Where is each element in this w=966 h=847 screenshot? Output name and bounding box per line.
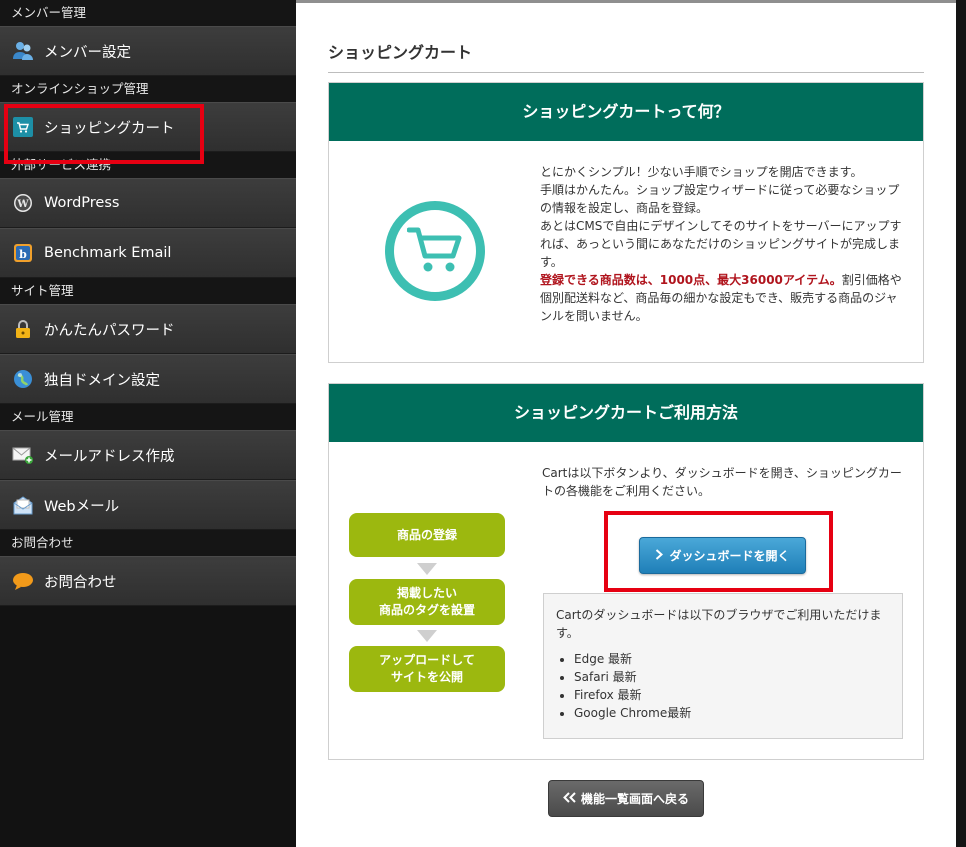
step-arrow-icon <box>417 563 437 575</box>
about-text-3: あとはCMSで自由にデザインしてそのサイトをサーバーにアップすれば、あっという間… <box>540 219 902 269</box>
sidebar-item-label: 独自ドメイン設定 <box>44 372 160 389</box>
sidebar: メンバー管理 メンバー設定 オンラインショップ管理 ショッピングカート 外部サー… <box>0 0 296 847</box>
sidebar-item-label: メンバー設定 <box>44 44 131 61</box>
members-icon <box>12 40 34 62</box>
sidebar-item-label: ショッピングカート <box>44 120 175 137</box>
about-panel: ショッピングカートって何？ とにかくシンプル！少ない手順でショップを開店できます… <box>328 82 924 363</box>
about-text-2: 手順はかんたん。ショップ設定ウィザードに従って必要なショップの情報を設定し、商品… <box>540 183 900 215</box>
sidebar-item-domain-settings[interactable]: 独自ドメイン設定 <box>0 354 296 404</box>
step-upload-site: アップロードして サイトを公開 <box>349 646 505 692</box>
step-register-product: 商品の登録 <box>349 513 505 557</box>
list-item: Safari 最新 <box>574 668 890 686</box>
about-text-1: とにかくシンプル！少ない手順でショップを開店できます。 <box>540 165 863 179</box>
section-heading-contact: お問合わせ <box>0 530 296 556</box>
wordpress-icon: W <box>12 192 34 214</box>
step-place-tag: 掲載したい 商品のタグを設置 <box>349 579 505 625</box>
chevron-right-icon <box>655 548 664 563</box>
double-chevron-left-icon <box>563 791 577 806</box>
sidebar-item-label: お問合わせ <box>44 574 117 591</box>
window-edge <box>956 0 966 847</box>
benchmark-icon: b <box>12 242 34 264</box>
about-description: とにかくシンプル！少ない手順でショップを開店できます。 手順はかんたん。ショップ… <box>540 163 906 325</box>
browser-support-box: Cartのダッシュボードは以下のブラウザでご利用いただけます。 Edge 最新 … <box>543 593 903 739</box>
sidebar-item-easy-password[interactable]: かんたんパスワード <box>0 304 296 354</box>
sidebar-item-label: メールアドレス作成 <box>44 448 175 465</box>
section-heading-shop: オンラインショップ管理 <box>0 76 296 102</box>
mail-add-icon <box>12 444 34 466</box>
section-heading-member: メンバー管理 <box>0 0 296 26</box>
open-dashboard-label: ダッシュボードを開く <box>669 549 790 563</box>
product-limit-highlight: 登録できる商品数は、1000点、最大36000アイテム。 <box>540 273 842 287</box>
sidebar-item-webmail[interactable]: Webメール <box>0 480 296 530</box>
browser-list: Edge 最新 Safari 最新 Firefox 最新 Google Chro… <box>574 650 890 722</box>
back-to-feature-list-button[interactable]: 機能一覧画面へ戻る <box>548 780 704 817</box>
about-text-4: 登録できる商品数は、1000点、最大36000アイテム。割引価格や個別配送料など… <box>540 271 906 325</box>
sidebar-item-create-mail[interactable]: メールアドレス作成 <box>0 430 296 480</box>
sidebar-item-member-settings[interactable]: メンバー設定 <box>0 26 296 76</box>
sidebar-item-contact[interactable]: お問合わせ <box>0 556 296 606</box>
back-label: 機能一覧画面へ戻る <box>580 792 689 806</box>
svg-text:W: W <box>16 199 29 210</box>
sidebar-item-label: Benchmark Email <box>44 245 172 261</box>
about-heading: ショッピングカートって何？ <box>329 83 923 141</box>
usage-intro: Cartは以下ボタンより、ダッシュボードを開き、ショッピングカートの各機能をご利… <box>542 466 902 498</box>
list-item: Edge 最新 <box>574 650 890 668</box>
sidebar-item-wordpress[interactable]: W WordPress <box>0 178 296 228</box>
list-item: Google Chrome最新 <box>574 704 890 722</box>
usage-panel: ショッピングカートご利用方法 商品の登録 掲載したい 商品のタグを設置 アップロ… <box>328 383 924 760</box>
globe-icon <box>12 368 34 390</box>
sidebar-item-label: かんたんパスワード <box>44 322 175 339</box>
page-title: ショッピングカート <box>328 39 924 73</box>
sidebar-item-label: WordPress <box>44 195 120 211</box>
list-item: Firefox 最新 <box>574 686 890 704</box>
chat-icon <box>12 570 34 592</box>
sidebar-item-label: Webメール <box>44 498 120 515</box>
webmail-icon <box>12 494 34 516</box>
sidebar-item-shopping-cart[interactable]: ショッピングカート <box>0 102 296 164</box>
lock-icon <box>12 318 34 340</box>
open-dashboard-button[interactable]: ダッシュボードを開く <box>639 537 806 574</box>
svg-text:b: b <box>19 248 27 261</box>
section-heading-mail: メール管理 <box>0 404 296 430</box>
shopping-cart-icon <box>385 201 485 301</box>
section-heading-site: サイト管理 <box>0 278 296 304</box>
cart-icon <box>12 116 34 138</box>
sidebar-item-benchmark-email[interactable]: b Benchmark Email <box>0 228 296 278</box>
browser-note: Cartのダッシュボードは以下のブラウザでご利用いただけます。 <box>556 608 882 640</box>
step-arrow-icon <box>417 630 437 642</box>
main-content: ショッピングカート ショッピングカートって何？ とにかくシンプル！少ない手順でシ… <box>296 0 956 847</box>
usage-heading: ショッピングカートご利用方法 <box>329 384 923 442</box>
